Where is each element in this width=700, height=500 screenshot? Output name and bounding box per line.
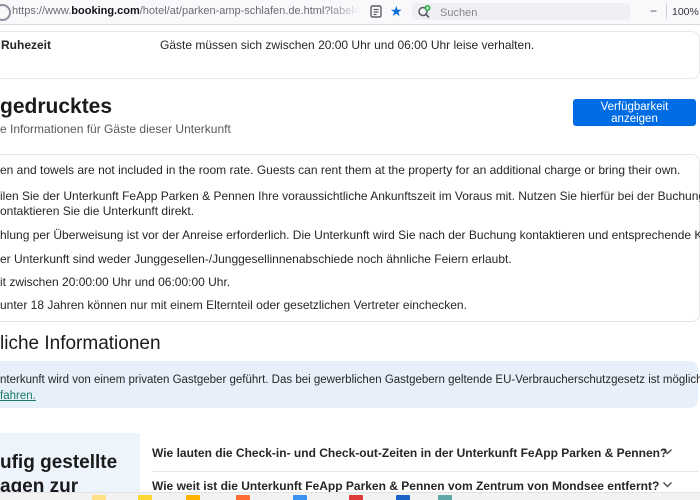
legal-info-title: liche Informationen: [0, 333, 161, 354]
taskbar-app-icon[interactable]: [438, 495, 452, 500]
taskbar-app-icon[interactable]: [396, 495, 410, 500]
zoom-out-button[interactable]: −: [650, 4, 657, 18]
legal-notice-text: nterkunft wird von einem privaten Gastge…: [0, 374, 700, 386]
faq-question: Wie weit ist die Unterkunft FeApp Parken…: [152, 479, 660, 493]
faq-question: Wie lauten die Check-in- und Check-out-Z…: [152, 446, 668, 460]
chevron-down-icon[interactable]: [662, 479, 672, 489]
fine-print-line: ontaktieren Sie die Unterkunft direkt.: [0, 204, 195, 218]
taskbar-app-icon[interactable]: [293, 495, 307, 500]
taskbar-app-icon[interactable]: [349, 495, 363, 500]
page-content: Ruhezeit Gäste müssen sich zwischen 20:0…: [0, 25, 700, 500]
url-fade-overlay: [325, 0, 370, 23]
fine-print-line: unter 18 Jahren können nur mit einem Elt…: [0, 298, 467, 312]
fine-print-line: it zwischen 20:00:00 Uhr und 06:00:00 Uh…: [0, 275, 231, 289]
browser-toolbar: https://www.booking.com/hotel/at/parken-…: [0, 0, 700, 25]
fine-print-line: er Unterkunft sind weder Junggesellen-/J…: [0, 252, 512, 266]
url-domain: booking.com: [71, 5, 140, 17]
browser-window: https://www.booking.com/hotel/at/parken-…: [0, 0, 700, 500]
fine-print-subtitle: e Informationen für Gäste dieser Unterku…: [0, 122, 231, 136]
taskbar-app-icon[interactable]: [186, 495, 200, 500]
bookmark-star-icon[interactable]: ★: [390, 2, 403, 20]
search-input[interactable]: [438, 3, 622, 22]
fine-print-title: gedrucktes: [0, 95, 113, 118]
house-rule-label: Ruhezeit: [1, 38, 52, 52]
fine-print-line: ilen Sie der Unterkunft FeApp Parken & P…: [0, 189, 700, 203]
toolbar-divider: [666, 3, 667, 19]
show-availability-button[interactable]: Verfügbarkeit anzeigen: [573, 99, 696, 126]
url-scheme: https://www.: [12, 5, 72, 17]
taskbar-app-icon[interactable]: [138, 495, 152, 500]
faq-heading-line1: ufig gestellte: [0, 452, 118, 473]
search-icon: [417, 5, 432, 24]
fine-print-line: hlung per Überweisung ist vor der Anreis…: [0, 228, 700, 242]
taskbar-app-icon[interactable]: [92, 495, 106, 500]
taskbar-app-icon[interactable]: [236, 495, 250, 500]
faq-item-checkin-times[interactable]: Wie lauten die Check-in- und Check-out-Z…: [152, 433, 698, 472]
reader-mode-icon[interactable]: [370, 5, 382, 18]
address-bar[interactable]: https://www.booking.com/hotel/at/parken-…: [12, 5, 362, 17]
house-rule-value: Gäste müssen sich zwischen 20:00 Uhr und…: [160, 38, 535, 52]
search-bar[interactable]: [412, 3, 630, 22]
fine-print-line: en and towels are not included in the ro…: [0, 163, 681, 177]
taskbar: [0, 492, 700, 500]
chevron-down-icon[interactable]: [662, 446, 672, 456]
learn-more-link[interactable]: fahren.: [0, 390, 36, 402]
zoom-level-indicator[interactable]: 100%: [672, 6, 699, 18]
site-permission-icon[interactable]: [0, 4, 11, 21]
